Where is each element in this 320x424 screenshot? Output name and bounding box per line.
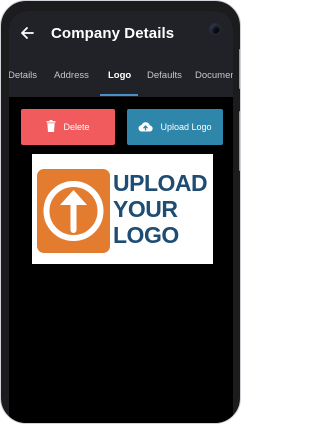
phone-side-button [239,49,240,89]
front-camera [209,23,221,35]
phone-frame: Company Details Details Address Logo Def… [0,0,241,424]
company-logo-image: UPLOAD YOUR LOGO [32,154,213,264]
cloud-upload-icon [138,121,154,134]
arrow-left-icon[interactable] [19,25,35,41]
logo-line: YOUR [113,196,178,222]
upload-arrow-icon [37,169,110,253]
upload-logo-button-label: Upload Logo [160,122,212,132]
delete-button[interactable]: Delete [21,109,115,145]
tab-documents[interactable]: Documents [195,70,233,81]
logo-text: UPLOAD YOUR LOGO [113,170,208,248]
tab-indicator [100,94,138,96]
tab-logo[interactable]: Logo [108,70,131,81]
tab-bar: Details Address Logo Defaults Documents [9,57,233,97]
app-bar: Company Details [9,11,233,57]
logo-line: LOGO [113,222,179,248]
tab-address[interactable]: Address [54,70,89,81]
tab-details[interactable]: Details [9,70,37,81]
logo-line: UPLOAD [113,170,208,196]
upload-logo-button[interactable]: Upload Logo [127,109,223,145]
app-screen: Company Details Details Address Logo Def… [9,11,233,423]
tab-defaults[interactable]: Defaults [147,70,182,81]
page-title: Company Details [51,25,175,42]
phone-side-button [239,111,240,171]
delete-button-label: Delete [63,122,90,132]
trash-icon [46,120,56,134]
